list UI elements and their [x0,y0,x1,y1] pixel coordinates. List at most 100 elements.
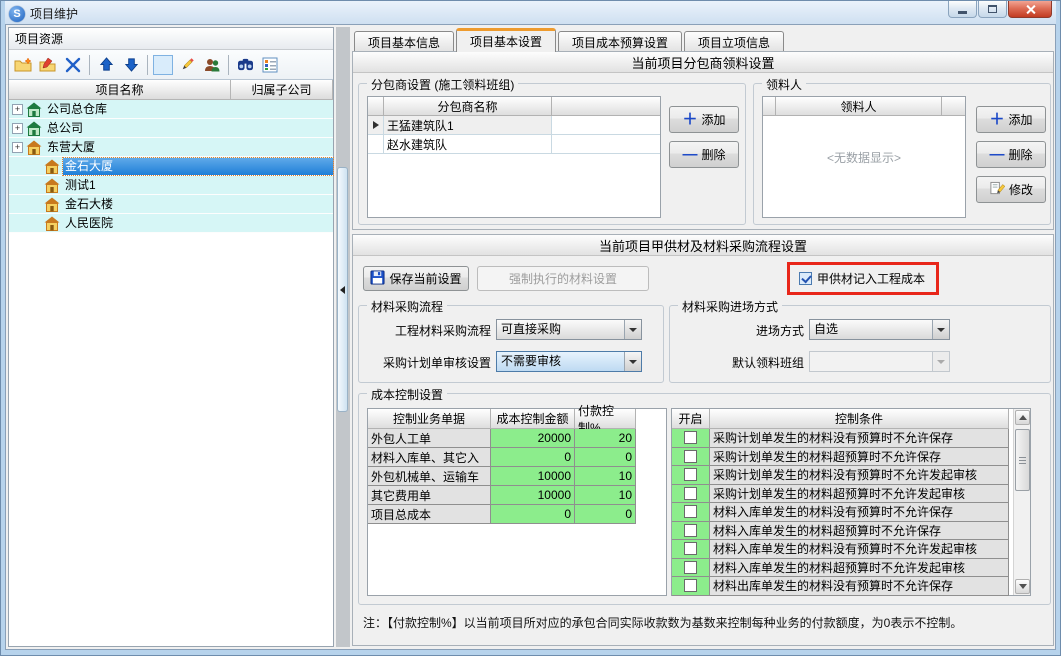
condition-checkbox[interactable] [684,542,697,555]
modify-picker-button[interactable]: 修改 [976,176,1046,203]
panel-splitter[interactable] [336,27,350,647]
owner-material-checkbox[interactable] [799,272,812,285]
maximize-button[interactable] [978,1,1007,18]
save-settings-button[interactable]: 保存当前设置 [363,266,469,291]
payment-percent[interactable]: 0 [575,448,636,467]
vertical-scrollbar[interactable] [1013,409,1030,595]
move-down-icon[interactable] [120,54,142,76]
subcontractor-table: 分包商名称 王猛建筑队1 [367,96,661,218]
condition-checkbox[interactable] [684,431,697,444]
table-row[interactable]: 王猛建筑队1 [368,116,660,135]
condition-row: 材料入库单发生的材料超预算时不允许保存 [672,522,1030,541]
users-icon[interactable] [201,54,223,76]
payment-percent[interactable]: 10 [575,486,636,505]
condition-row: 采购计划单发生的材料没有预算时不允许发起审核 [672,466,1030,485]
cost-amount[interactable]: 0 [491,448,575,467]
add-subcontractor-button[interactable]: ＋ 添加 [669,106,739,133]
expand-icon[interactable]: + [12,142,23,153]
scroll-up-icon[interactable] [1015,410,1030,425]
group-label: 分包商设置 (施工领料班组) [367,76,518,93]
condition-checkbox[interactable] [684,579,697,592]
column-header-doc[interactable]: 控制业务单据 [368,409,491,429]
cost-row[interactable]: 外包机械单、运输车 10000 10 [368,467,666,486]
section-title: 当前项目甲供材及材料采购流程设置 [353,235,1053,256]
cost-amount[interactable]: 10000 [491,467,575,486]
chevron-down-icon [932,320,949,339]
report-icon[interactable] [259,54,281,76]
cost-amount[interactable]: 0 [491,505,575,524]
tab[interactable]: 项目立项信息 [684,31,784,52]
house-icon [26,102,42,117]
condition-checkbox[interactable] [684,561,697,574]
house-icon [44,216,60,231]
entry-mode-dropdown[interactable]: 自选 [809,319,950,340]
condition-checkbox[interactable] [684,487,697,500]
chevron-down-icon [624,352,641,371]
search-icon[interactable] [234,54,256,76]
delete-subcontractor-button[interactable]: — 删除 [669,141,739,168]
tab[interactable]: 项目基本信息 [354,31,454,52]
column-header-project-name[interactable]: 项目名称 [9,80,231,99]
condition-checkbox[interactable] [684,450,697,463]
cost-row[interactable]: 其它费用单 10000 10 [368,486,666,505]
move-up-icon[interactable] [95,54,117,76]
delete-picker-button[interactable]: — 删除 [976,141,1046,168]
project-tree: + 公司总仓库 + 总公司 [9,100,333,233]
new-folder-icon[interactable] [12,54,34,76]
cost-amount[interactable]: 20000 [491,429,575,448]
tree-item[interactable]: + 测试1 [9,176,333,195]
tree-item[interactable]: + 人民医院 [9,214,333,233]
scrollbar-thumb[interactable] [1015,429,1030,491]
column-header-subcompany[interactable]: 归属子公司 [231,80,333,99]
minus-icon: — [989,149,1004,161]
color-box[interactable] [153,55,173,75]
tree-item-label: 金石大楼 [63,196,333,213]
delete-icon[interactable] [62,54,84,76]
column-header-subcontractor[interactable]: 分包商名称 [384,97,552,116]
collapse-left-icon [340,286,345,294]
expand-icon[interactable]: + [12,104,23,115]
plan-audit-dropdown[interactable]: 不需要审核 [496,351,642,372]
pencil-icon[interactable] [176,54,198,76]
add-picker-button[interactable]: ＋ 添加 [976,106,1046,133]
payment-percent[interactable]: 0 [575,505,636,524]
condition-checkbox[interactable] [684,505,697,518]
scroll-down-icon[interactable] [1015,579,1030,594]
column-header-percent[interactable]: 付款控制% [575,409,636,429]
cost-row[interactable]: 材料入库单、其它入 0 0 [368,448,666,467]
close-button[interactable] [1008,1,1052,18]
column-header-condition[interactable]: 控制条件 [710,409,1009,429]
column-header-enable[interactable]: 开启 [672,409,710,429]
payment-percent[interactable]: 20 [575,429,636,448]
force-material-button[interactable]: 强制执行的材料设置 [477,266,649,291]
tab[interactable]: 项目基本设置 [456,28,556,52]
group-label: 领料人 [762,76,806,93]
edit-folder-icon[interactable] [37,54,59,76]
window-title: 项目维护 [30,5,78,22]
tab[interactable]: 项目成本预算设置 [558,31,682,52]
tree-item-label: 东营大厦 [45,139,333,156]
cost-row[interactable]: 项目总成本 0 0 [368,505,666,524]
column-header-picker[interactable]: 领料人 [776,97,942,116]
condition-checkbox[interactable] [684,468,697,481]
cost-row[interactable]: 外包人工单 20000 20 [368,429,666,448]
tab-label: 项目成本预算设置 [572,34,668,51]
cost-amount[interactable]: 10000 [491,486,575,505]
tree-item-label: 人民医院 [63,215,333,232]
tree-item[interactable]: + 东营大厦 [9,138,333,157]
condition-checkbox[interactable] [684,524,697,537]
splitter-handle[interactable] [337,167,348,412]
payment-percent[interactable]: 10 [575,467,636,486]
table-row[interactable]: 赵水建筑队 [368,135,660,154]
tree-item[interactable]: + 公司总仓库 [9,100,333,119]
purchase-flow-dropdown[interactable]: 可直接采购 [496,319,642,340]
tab-label: 项目基本信息 [368,34,440,51]
tab-bar: 项目基本信息 项目基本设置 项目成本预算设置 项目立项信息 [354,28,786,52]
column-header-amount[interactable]: 成本控制金额 [491,409,575,429]
default-team-dropdown[interactable] [809,351,950,372]
tree-item[interactable]: + 总公司 [9,119,333,138]
tree-item[interactable]: + 金石大楼 [9,195,333,214]
expand-icon[interactable]: + [12,123,23,134]
minimize-button[interactable] [948,1,977,18]
tree-item[interactable]: + 金石大厦 [9,157,333,176]
